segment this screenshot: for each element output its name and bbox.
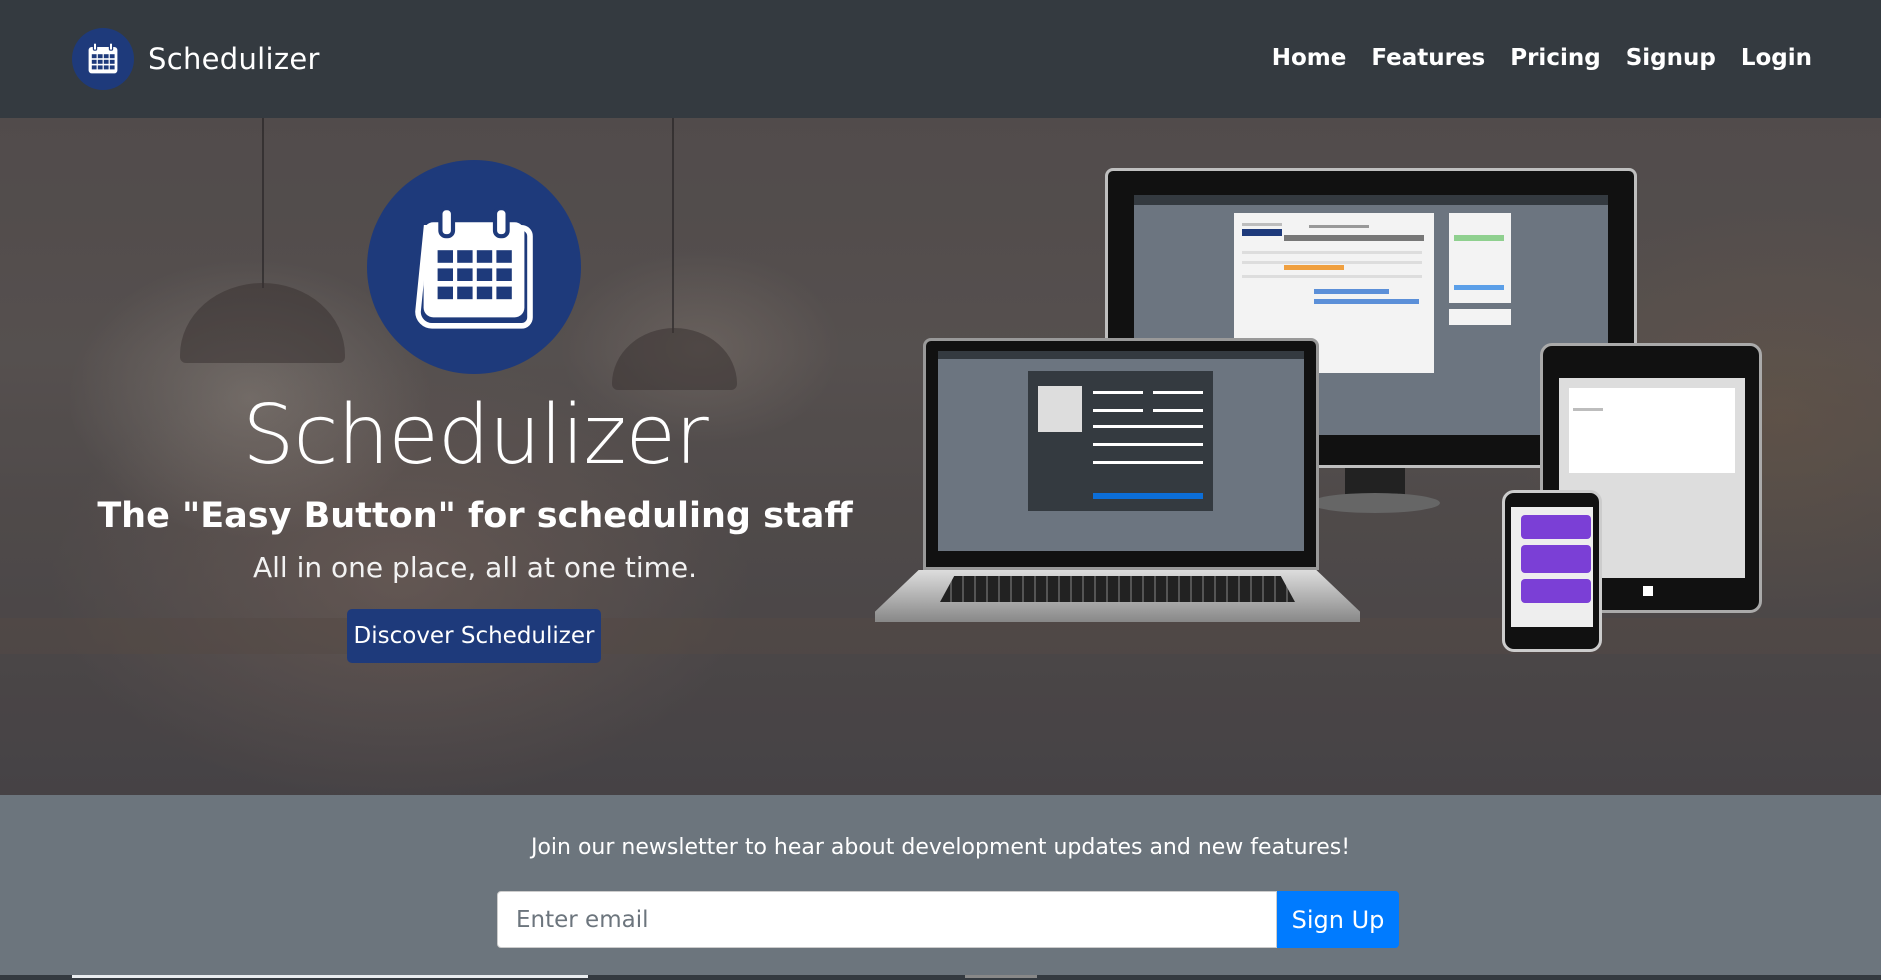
nav-signup[interactable]: Signup (1626, 45, 1716, 71)
monitor-base (1310, 493, 1440, 513)
phone-mockup (1502, 490, 1602, 652)
brand-name: Schedulizer (148, 42, 320, 76)
signup-button[interactable]: Sign Up (1277, 891, 1399, 948)
discover-button[interactable]: Discover Schedulizer (347, 609, 601, 663)
navbar: Schedulizer Home Features Pricing Signup… (0, 0, 1881, 118)
newsletter-text: Join our newsletter to hear about develo… (530, 835, 1351, 860)
hero-tagline: All in one place, all at one time. (253, 551, 697, 584)
brand-link[interactable]: Schedulizer (72, 28, 320, 90)
hero-subtitle: The "Easy Button" for scheduling staff (97, 496, 853, 536)
nav-login[interactable]: Login (1741, 45, 1812, 71)
footer-strip (0, 975, 1881, 980)
nav-links: Home Features Pricing Signup Login (1272, 45, 1812, 71)
nav-features[interactable]: Features (1371, 45, 1485, 71)
laptop-keys (940, 576, 1295, 602)
avatar (1038, 386, 1082, 432)
nav-pricing[interactable]: Pricing (1510, 45, 1600, 71)
email-input[interactable] (497, 891, 1277, 948)
calendar-icon (367, 160, 581, 374)
newsletter-section: Join our newsletter to hear about develo… (0, 795, 1881, 980)
laptop-mockup (923, 338, 1319, 570)
hero-title: Schedulizer (242, 388, 708, 483)
hero-section: Schedulizer The "Easy Button" for schedu… (0, 118, 1881, 795)
device-mockups-image (870, 158, 1790, 718)
calendar-icon (72, 28, 134, 90)
nav-home[interactable]: Home (1272, 45, 1347, 71)
home-icon (1643, 586, 1653, 596)
